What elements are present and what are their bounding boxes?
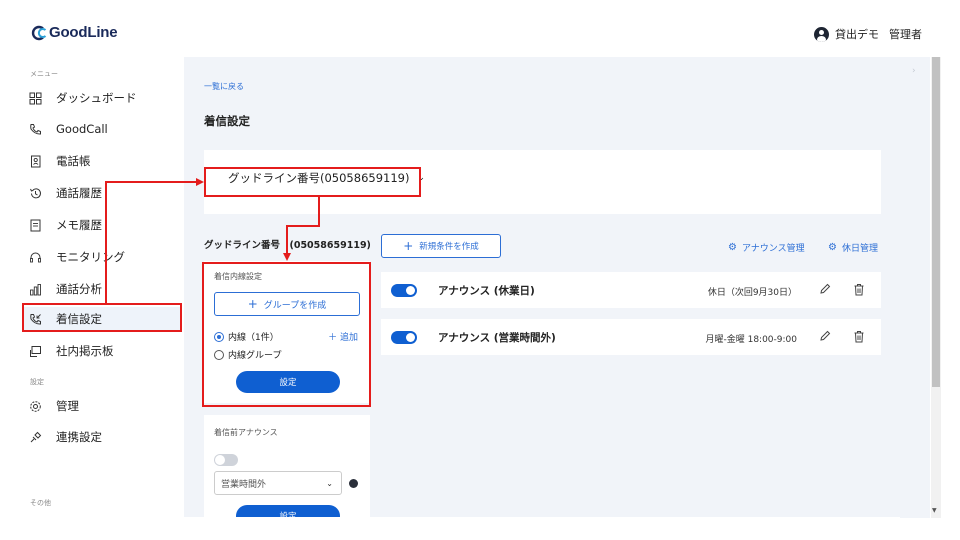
new-condition-button[interactable]: + 新規条件を作成 [381,234,501,258]
gear-icon: ⚙ [828,242,837,253]
sidebar-item-memo-history[interactable]: メモ履歴 [24,213,180,237]
annotation-highlight-extension-panel [202,262,371,407]
trash-icon[interactable] [851,281,867,297]
gear-icon: ⚙ [728,242,737,253]
announcement-toggle[interactable] [391,331,417,344]
sidebar-item-label: 連携設定 [56,430,102,444]
pre-announce-set-button[interactable]: 設定 [236,505,340,517]
pre-announce-panel: 着信前アナウンス 営業時間外 ⌄ 設定 [204,415,370,517]
headset-icon [27,249,43,265]
sidebar-item-monitoring[interactable]: モニタリング [24,245,180,269]
menu-section-label: メニュー [30,70,58,78]
sidebar-item-call-history[interactable]: 通話履歴 [24,181,180,205]
pre-announce-select[interactable]: 営業時間外 ⌄ [214,471,342,495]
sidebar-item-label: メモ履歴 [56,218,102,232]
sidebar-item-admin[interactable]: 管理 [24,394,180,418]
announcement-toggle[interactable] [391,284,417,297]
sidebar: メニュー ダッシュボード GoodCall 電話帳 通話履歴 メモ履歴 モニタリ… [0,58,180,540]
phonebook-icon [27,153,43,169]
trash-icon[interactable] [851,328,867,344]
sidebar-item-dashboard[interactable]: ダッシュボード [24,86,180,110]
goodline-logo[interactable]: GoodLine [30,24,118,41]
annotation-highlight-line-select [204,167,421,197]
announce-manage-label: アナウンス管理 [741,244,805,254]
announcement-name: アナウンス (休業日) [438,285,535,297]
other-section-label: その他 [30,499,51,507]
announcement-name: アナウンス (営業時間外) [438,332,556,344]
page-title: 着信設定 [204,114,250,128]
sidebar-item-bulletin-board[interactable]: 社内掲示板 [24,339,180,363]
gear-icon [27,398,43,414]
scrollbar-thumb[interactable] [932,57,940,387]
chevron-down-icon: ⌄ [326,478,333,488]
logo-text: GoodLine [49,24,118,41]
announcement-row[interactable]: アナウンス (営業時間外) 月曜-金曜 18:00-9:00 [381,319,881,355]
pre-announce-toggle[interactable] [214,454,238,466]
memo-icon [27,217,43,233]
user-name: 貸出デモ [835,28,879,41]
sidebar-item-label: 管理 [56,399,79,413]
annotation-highlight-sidebar-item [22,303,182,332]
sidebar-item-label: 通話分析 [56,282,102,296]
dashboard-icon [27,90,43,106]
settings-section-label: 設定 [30,378,44,386]
phone-icon [27,121,43,137]
sidebar-item-integration[interactable]: 連携設定 [24,425,180,449]
edit-pencil-icon[interactable] [817,328,833,344]
side-panel-gutter: › [900,58,930,518]
pre-announce-select-value: 営業時間外 [221,479,267,490]
plus-icon: + [403,239,414,253]
new-condition-label: 新規条件を作成 [419,242,479,252]
link-icon [27,429,43,445]
sidebar-item-label: 社内掲示板 [56,344,114,358]
sidebar-item-label: ダッシュボード [56,91,137,105]
line-number-label: グッドライン番号 (05058659119) [204,240,371,251]
play-icon[interactable] [349,479,358,488]
chevron-right-icon[interactable]: › [912,66,916,76]
sidebar-item-call-analytics[interactable]: 通話分析 [24,277,180,301]
sidebar-item-goodcall[interactable]: GoodCall [24,117,180,141]
pre-announce-title: 着信前アナウンス [214,428,278,437]
history-icon [27,185,43,201]
announcement-schedule: 月曜-金曜 18:00-9:00 [705,335,797,345]
scroll-down-arrow-icon[interactable]: ▼ [932,507,937,514]
back-to-list-link[interactable]: 一覧に戻る [204,81,244,92]
vertical-scrollbar[interactable]: ▼ [931,57,941,518]
user-menu[interactable]: 貸出デモ 管理者 [814,26,922,42]
edit-pencil-icon[interactable] [817,281,833,297]
board-icon [27,343,43,359]
sidebar-item-label: 通話履歴 [56,186,102,200]
announcement-row[interactable]: アナウンス (休業日) 休日（次回9月30日） [381,272,881,308]
announcement-schedule: 休日（次回9月30日） [707,288,797,298]
sidebar-item-phonebook[interactable]: 電話帳 [24,149,180,173]
logo-mark-icon [31,25,47,40]
sidebar-item-label: 電話帳 [56,154,91,168]
user-avatar-icon [814,26,829,42]
user-role: 管理者 [889,28,922,41]
analytics-icon [27,281,43,297]
app-root: GoodLine 貸出デモ 管理者 メニュー ダッシュボード GoodCall … [0,0,960,540]
announce-manage-link[interactable]: ⚙ アナウンス管理 [728,241,805,254]
holiday-manage-link[interactable]: ⚙ 休日管理 [828,241,878,254]
holiday-manage-label: 休日管理 [841,244,878,254]
sidebar-item-label: GoodCall [56,122,108,136]
sidebar-item-label: モニタリング [56,250,125,264]
